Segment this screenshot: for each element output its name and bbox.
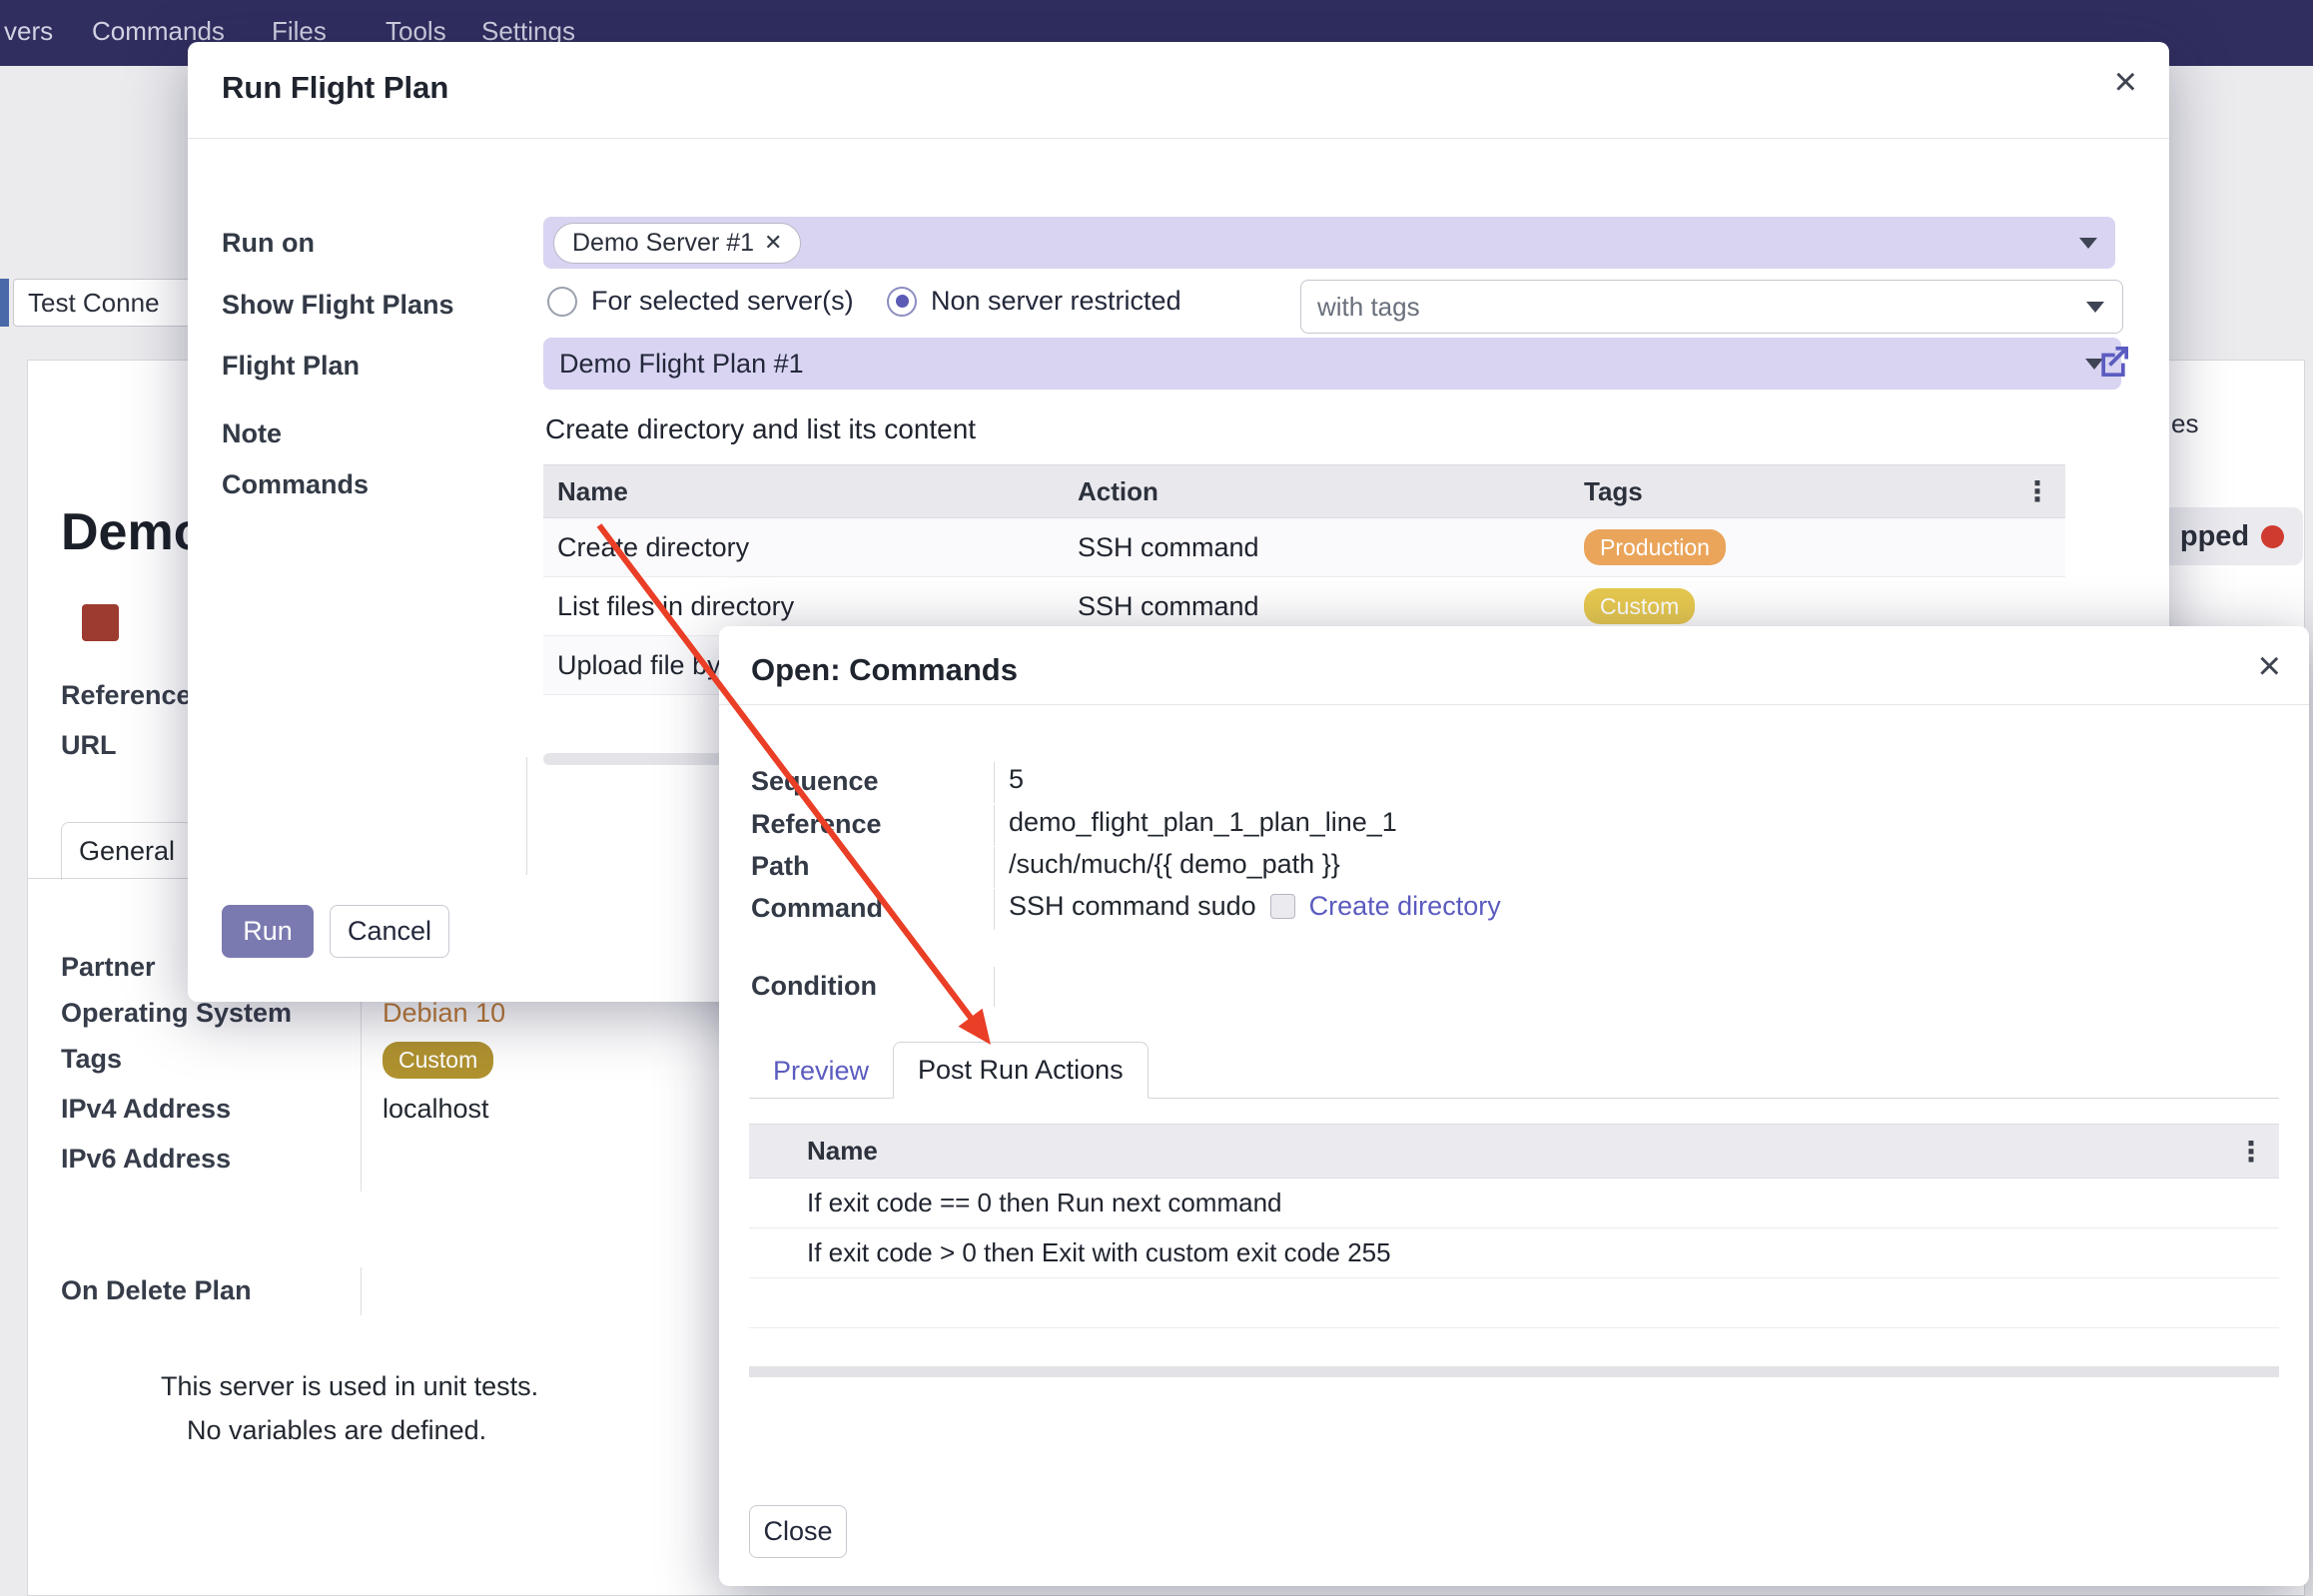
show-flight-plans-label: Show Flight Plans (222, 290, 454, 321)
column-name[interactable]: Name (543, 476, 1078, 507)
reference-label: Reference (61, 680, 192, 711)
with-tags-value: with tags (1317, 292, 1420, 323)
tab-preview[interactable]: Preview (749, 1044, 893, 1098)
table-options-icon[interactable]: ⋮ (2023, 475, 2051, 508)
open-commands-modal: Open: Commands × Sequence 5 Reference de… (719, 626, 2309, 1586)
flight-plan-label: Flight Plan (222, 351, 360, 382)
external-link-icon[interactable] (2093, 342, 2133, 382)
tab-post-run-actions[interactable]: Post Run Actions (893, 1042, 1149, 1099)
path-value: /such/much/{{ demo_path }} (994, 847, 1340, 888)
cell-name: Create directory (543, 532, 1078, 563)
radio-selected-icon[interactable] (887, 287, 917, 317)
commands-label: Commands (222, 469, 369, 500)
tab-bar: Preview Post Run Actions (749, 1043, 2279, 1099)
column-tags[interactable]: Tags (1584, 476, 2065, 507)
status-stopped-dot-icon (2261, 525, 2284, 548)
command-text: SSH command sudo (1009, 891, 1256, 922)
server-tag-label: Demo Server #1 (572, 229, 754, 258)
table-row[interactable]: If exit code == 0 then Run next command (749, 1179, 2279, 1228)
commands-table-header: Name Action Tags ⋮ (543, 464, 2065, 518)
operating-system-value[interactable]: Debian 10 (383, 998, 505, 1029)
sequence-value: 5 (994, 762, 1069, 803)
command-value: SSH command sudo Create directory (994, 889, 1501, 930)
path-label: Path (751, 851, 810, 882)
sequence-label: Sequence (751, 766, 879, 797)
ipv4-value: localhost (383, 1094, 489, 1125)
radio-label: Non server restricted (931, 286, 1181, 317)
reference-value: demo_flight_plan_1_plan_line_1 (994, 805, 1397, 846)
status-badge: pped (2161, 507, 2303, 565)
server-tag[interactable]: Demo Server #1 ✕ (553, 223, 801, 264)
field-divider (526, 757, 527, 875)
partner-label: Partner (61, 952, 156, 983)
on-delete-plan-label: On Delete Plan (61, 1275, 252, 1306)
partial-right-text: es (2171, 408, 2198, 439)
remove-tag-icon[interactable]: ✕ (764, 230, 782, 256)
tag-badge: Production (1584, 529, 1726, 566)
modal-title: Open: Commands (751, 652, 1018, 688)
modal-header-divider (719, 704, 2309, 705)
nav-item-servers[interactable]: vers (4, 16, 53, 47)
modal-title: Run Flight Plan (222, 70, 448, 106)
cell-action: SSH command (1078, 591, 1584, 622)
run-on-field[interactable]: Demo Server #1 ✕ (543, 217, 2115, 269)
status-badge-label: pped (2180, 520, 2249, 553)
tag-badge: Custom (1584, 588, 1695, 625)
radio-for-selected-servers[interactable]: For selected server(s) (547, 286, 854, 317)
reference-label: Reference (751, 809, 882, 840)
cell-action: SSH command (1078, 532, 1584, 563)
cell-name: If exit code > 0 then Exit with custom e… (807, 1237, 1391, 1268)
close-icon[interactable]: × (2114, 62, 2137, 102)
tags-value-badge[interactable]: Custom (383, 1042, 493, 1079)
checkbox-unchecked-icon[interactable] (1270, 894, 1295, 919)
horizontal-scrollbar[interactable] (749, 1366, 2279, 1377)
table-options-icon[interactable]: ⋮ (2237, 1135, 2265, 1168)
modal-footer-divider (188, 138, 2169, 139)
ipv4-label: IPv4 Address (61, 1094, 231, 1125)
cell-tags: Production (1584, 529, 2065, 566)
cell-name: If exit code == 0 then Run next command (807, 1188, 1282, 1218)
condition-value (994, 967, 1069, 1007)
color-swatch[interactable] (82, 604, 119, 641)
radio-unselected-icon[interactable] (547, 287, 577, 317)
flight-plan-select[interactable]: Demo Flight Plan #1 (543, 338, 2121, 390)
column-action[interactable]: Action (1078, 476, 1584, 507)
field-divider (361, 1267, 362, 1315)
post-run-actions-table: Name ⋮ If exit code == 0 then Run next c… (749, 1124, 2279, 1328)
radio-label: For selected server(s) (591, 286, 854, 317)
table-row[interactable]: If exit code > 0 then Exit with custom e… (749, 1228, 2279, 1278)
table-row[interactable]: Create directory SSH command Production (543, 518, 2065, 577)
record-title: Demo (61, 502, 205, 562)
run-on-label: Run on (222, 228, 315, 259)
command-label: Command (751, 893, 883, 924)
unit-test-note-line2: No variables are defined. (187, 1415, 486, 1446)
create-directory-link[interactable]: Create directory (1309, 891, 1501, 922)
cell-name: List files in directory (543, 591, 1078, 622)
cell-tags: Custom (1584, 588, 2065, 625)
cancel-button[interactable]: Cancel (330, 905, 449, 958)
radio-non-server-restricted[interactable]: Non server restricted (887, 286, 1181, 317)
tags-label: Tags (61, 1044, 122, 1075)
actions-table-header: Name ⋮ (749, 1124, 2279, 1179)
operating-system-label: Operating System (61, 998, 292, 1029)
close-icon[interactable]: × (2258, 646, 2281, 686)
chevron-down-icon[interactable] (2079, 238, 2097, 249)
condition-label: Condition (751, 971, 877, 1002)
flight-plan-value: Demo Flight Plan #1 (559, 349, 804, 380)
table-row-empty[interactable] (749, 1278, 2279, 1328)
with-tags-select[interactable]: with tags (1300, 280, 2123, 334)
note-label: Note (222, 418, 282, 449)
run-button[interactable]: Run (222, 905, 314, 958)
url-label: URL (61, 730, 117, 761)
chevron-down-icon[interactable] (2086, 302, 2104, 313)
unit-test-note-line1: This server is used in unit tests. (161, 1371, 538, 1402)
close-button[interactable]: Close (749, 1505, 847, 1558)
partial-button-left-edge[interactable] (0, 279, 9, 327)
ipv6-label: IPv6 Address (61, 1144, 231, 1175)
tab-general[interactable]: General (61, 822, 193, 880)
test-connection-button[interactable]: Test Conne (13, 279, 191, 327)
column-name[interactable]: Name (807, 1136, 878, 1167)
note-value: Create directory and list its content (545, 413, 976, 445)
